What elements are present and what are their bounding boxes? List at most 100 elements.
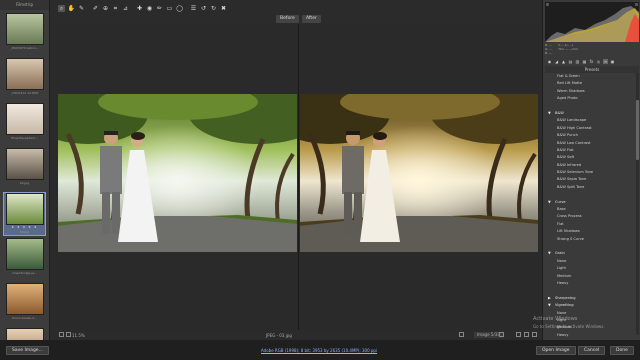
preferences-icon[interactable]: ☰ <box>190 5 197 12</box>
trash-icon[interactable]: ✖ <box>220 5 227 12</box>
preset-item[interactable]: Cross Process <box>545 213 635 220</box>
preset-item[interactable]: B&W Flat <box>545 147 635 154</box>
preset-item[interactable]: Aged Photo <box>545 95 635 102</box>
rotate-left-icon[interactable]: ↺ <box>200 5 207 12</box>
tab-split-toning[interactable]: ▥ <box>575 59 580 64</box>
preset-label: Sharpening <box>555 295 576 300</box>
filmstrip-thumbnail[interactable]: _DSC0312 12.HDP <box>4 58 45 100</box>
preset-item[interactable]: B&W Selenium Tone <box>545 169 635 176</box>
preset-item[interactable]: Red Lift Matte <box>545 80 635 87</box>
chevron-down-icon: ▼ <box>548 251 551 256</box>
preset-item[interactable]: Strong S Curve <box>545 236 635 243</box>
save-image-button[interactable]: Save Image... <box>6 346 49 355</box>
status-bar: 11.5% JPEG - 03.jpg Image 5/33 <box>56 330 540 340</box>
preset-label: B&W Landscape <box>557 118 587 123</box>
preset-item[interactable]: B&W Split Tone <box>545 184 635 191</box>
workflow-options-link[interactable]: Adobe RGB (1998); 8 bit; 3953 by 2635 (1… <box>261 348 377 353</box>
histogram <box>545 2 639 42</box>
preset-group[interactable]: ▼ Vignetting <box>545 302 635 309</box>
preset-item[interactable] <box>545 191 635 198</box>
zoom-icon[interactable]: ⌕ <box>58 5 65 12</box>
presets-scrollbar-thumb[interactable] <box>636 100 639 160</box>
color-sampler-icon[interactable]: ✐ <box>92 5 99 12</box>
white-balance-icon[interactable]: ✎ <box>78 5 85 12</box>
preset-item[interactable]: B&W Sepia Tone <box>545 176 635 183</box>
zoom-in-icon[interactable] <box>66 332 71 337</box>
watermark-title: Activate Windows <box>533 316 578 322</box>
preset-group[interactable]: ▼ Grain <box>545 250 635 257</box>
hand-icon[interactable]: ✋ <box>68 5 75 12</box>
preset-item[interactable] <box>545 287 635 294</box>
tab-presets[interactable]: ≡ <box>603 58 608 64</box>
swap-settings-icon[interactable] <box>524 332 529 337</box>
preset-group[interactable]: ▶ Sharpening <box>545 295 635 302</box>
preset-item[interactable]: B&W Punch <box>545 132 635 139</box>
zoom-level[interactable]: 11.5% <box>72 333 85 338</box>
right-panel: R: --- f/--- 1/--- s G: --- ISO --- ---m… <box>542 0 640 340</box>
preset-item[interactable]: None <box>545 258 635 265</box>
open-image-button[interactable]: Open Image <box>536 346 576 355</box>
graduated-filter-icon[interactable]: ▭ <box>166 5 173 12</box>
preset-item[interactable]: Heavy <box>545 332 635 337</box>
previous-image-icon[interactable] <box>459 332 464 337</box>
preset-item[interactable]: Warm Shadows <box>545 88 635 95</box>
filmstrip-thumbnail[interactable]: _DSC5074 ketnoi... <box>4 13 45 55</box>
tab-tone-curve[interactable]: ◢ <box>554 59 559 64</box>
adjustment-brush-icon[interactable]: ✏ <box>156 5 163 12</box>
preset-item[interactable]: Heavy <box>545 280 635 287</box>
tab-hsl[interactable]: ▤ <box>568 59 573 64</box>
spot-removal-icon[interactable]: ✚ <box>136 5 143 12</box>
preset-item[interactable]: B&W High Contrast <box>545 125 635 132</box>
rating-stars[interactable]: ★ ★ ★ ★ ★ <box>4 225 45 229</box>
crop-icon[interactable]: ⌗ <box>112 5 119 12</box>
preset-item[interactable]: B&W Landscape <box>545 117 635 124</box>
preset-label: B&W Selenium Tone <box>557 170 594 175</box>
preset-item[interactable]: Flat & Green <box>545 73 635 80</box>
preset-label: B&W Low Contrast <box>557 140 591 145</box>
preset-label: Grain <box>555 251 565 256</box>
thumbnail-image <box>5 283 44 315</box>
preset-label: Light <box>557 266 566 271</box>
red-eye-icon[interactable]: ◉ <box>146 5 153 12</box>
preset-item[interactable] <box>545 103 635 110</box>
thumbnail-image <box>5 103 44 135</box>
filmstrip-thumbnail[interactable]: bruno-bauke-d... <box>4 283 45 325</box>
tab-basic[interactable]: ◉ <box>547 59 552 64</box>
preset-item[interactable]: B&W Low Contrast <box>545 140 635 147</box>
before-after-toggle-icon[interactable] <box>516 332 521 337</box>
preset-group[interactable]: ▼ B&W <box>545 110 635 117</box>
preset-item[interactable]: B&W Infrared <box>545 162 635 169</box>
rotate-right-icon[interactable]: ↻ <box>210 5 217 12</box>
filmstrip-thumbnail[interactable]: 02.jpg <box>4 148 45 190</box>
preset-group[interactable]: ▼ Curve <box>545 199 635 206</box>
tab-detail[interactable]: ▲ <box>561 59 566 64</box>
preset-label: None <box>557 258 567 263</box>
tab-calibration[interactable]: ◎ <box>596 59 601 64</box>
tab-effects[interactable]: fx <box>589 59 594 64</box>
tab-lens-corrections[interactable]: ▦ <box>582 59 587 64</box>
filmstrip-thumbnail[interactable]: smartbridge-ja... <box>4 238 45 280</box>
filmstrip-thumbnail[interactable]: thiepitle-pederz... <box>4 103 45 145</box>
image-canvas[interactable] <box>56 24 540 330</box>
presets-list: Flat & Green Red Lift Matte Warm Shadows Ag… <box>545 73 635 337</box>
next-image-icon[interactable] <box>499 332 504 337</box>
tab-snapshots[interactable]: ▣ <box>610 59 615 64</box>
preset-item[interactable]: Light <box>545 265 635 272</box>
filmstrip-thumbnail[interactable]: ★ ★ ★ ★ ★ 03.jpg <box>3 192 46 236</box>
zoom-out-icon[interactable] <box>59 332 64 337</box>
preset-item[interactable]: Lift Shadows <box>545 228 635 235</box>
preset-label: Heavy <box>557 332 569 337</box>
preset-item[interactable]: Medium <box>545 273 635 280</box>
straighten-icon[interactable]: ⊿ <box>122 5 129 12</box>
preset-item[interactable] <box>545 243 635 250</box>
preset-item[interactable]: Base <box>545 206 635 213</box>
cancel-button[interactable]: Cancel <box>578 346 606 355</box>
after-label: After <box>302 15 321 23</box>
preset-item[interactable]: Flat <box>545 221 635 228</box>
radial-filter-icon[interactable]: ◯ <box>176 5 183 12</box>
done-button[interactable]: Done <box>610 346 634 355</box>
preset-item[interactable]: B&W Soft <box>545 154 635 161</box>
view-settings-icon[interactable] <box>532 332 537 337</box>
targeted-adjust-icon[interactable]: ⊕ <box>102 5 109 12</box>
preset-label: Flat <box>557 221 564 226</box>
